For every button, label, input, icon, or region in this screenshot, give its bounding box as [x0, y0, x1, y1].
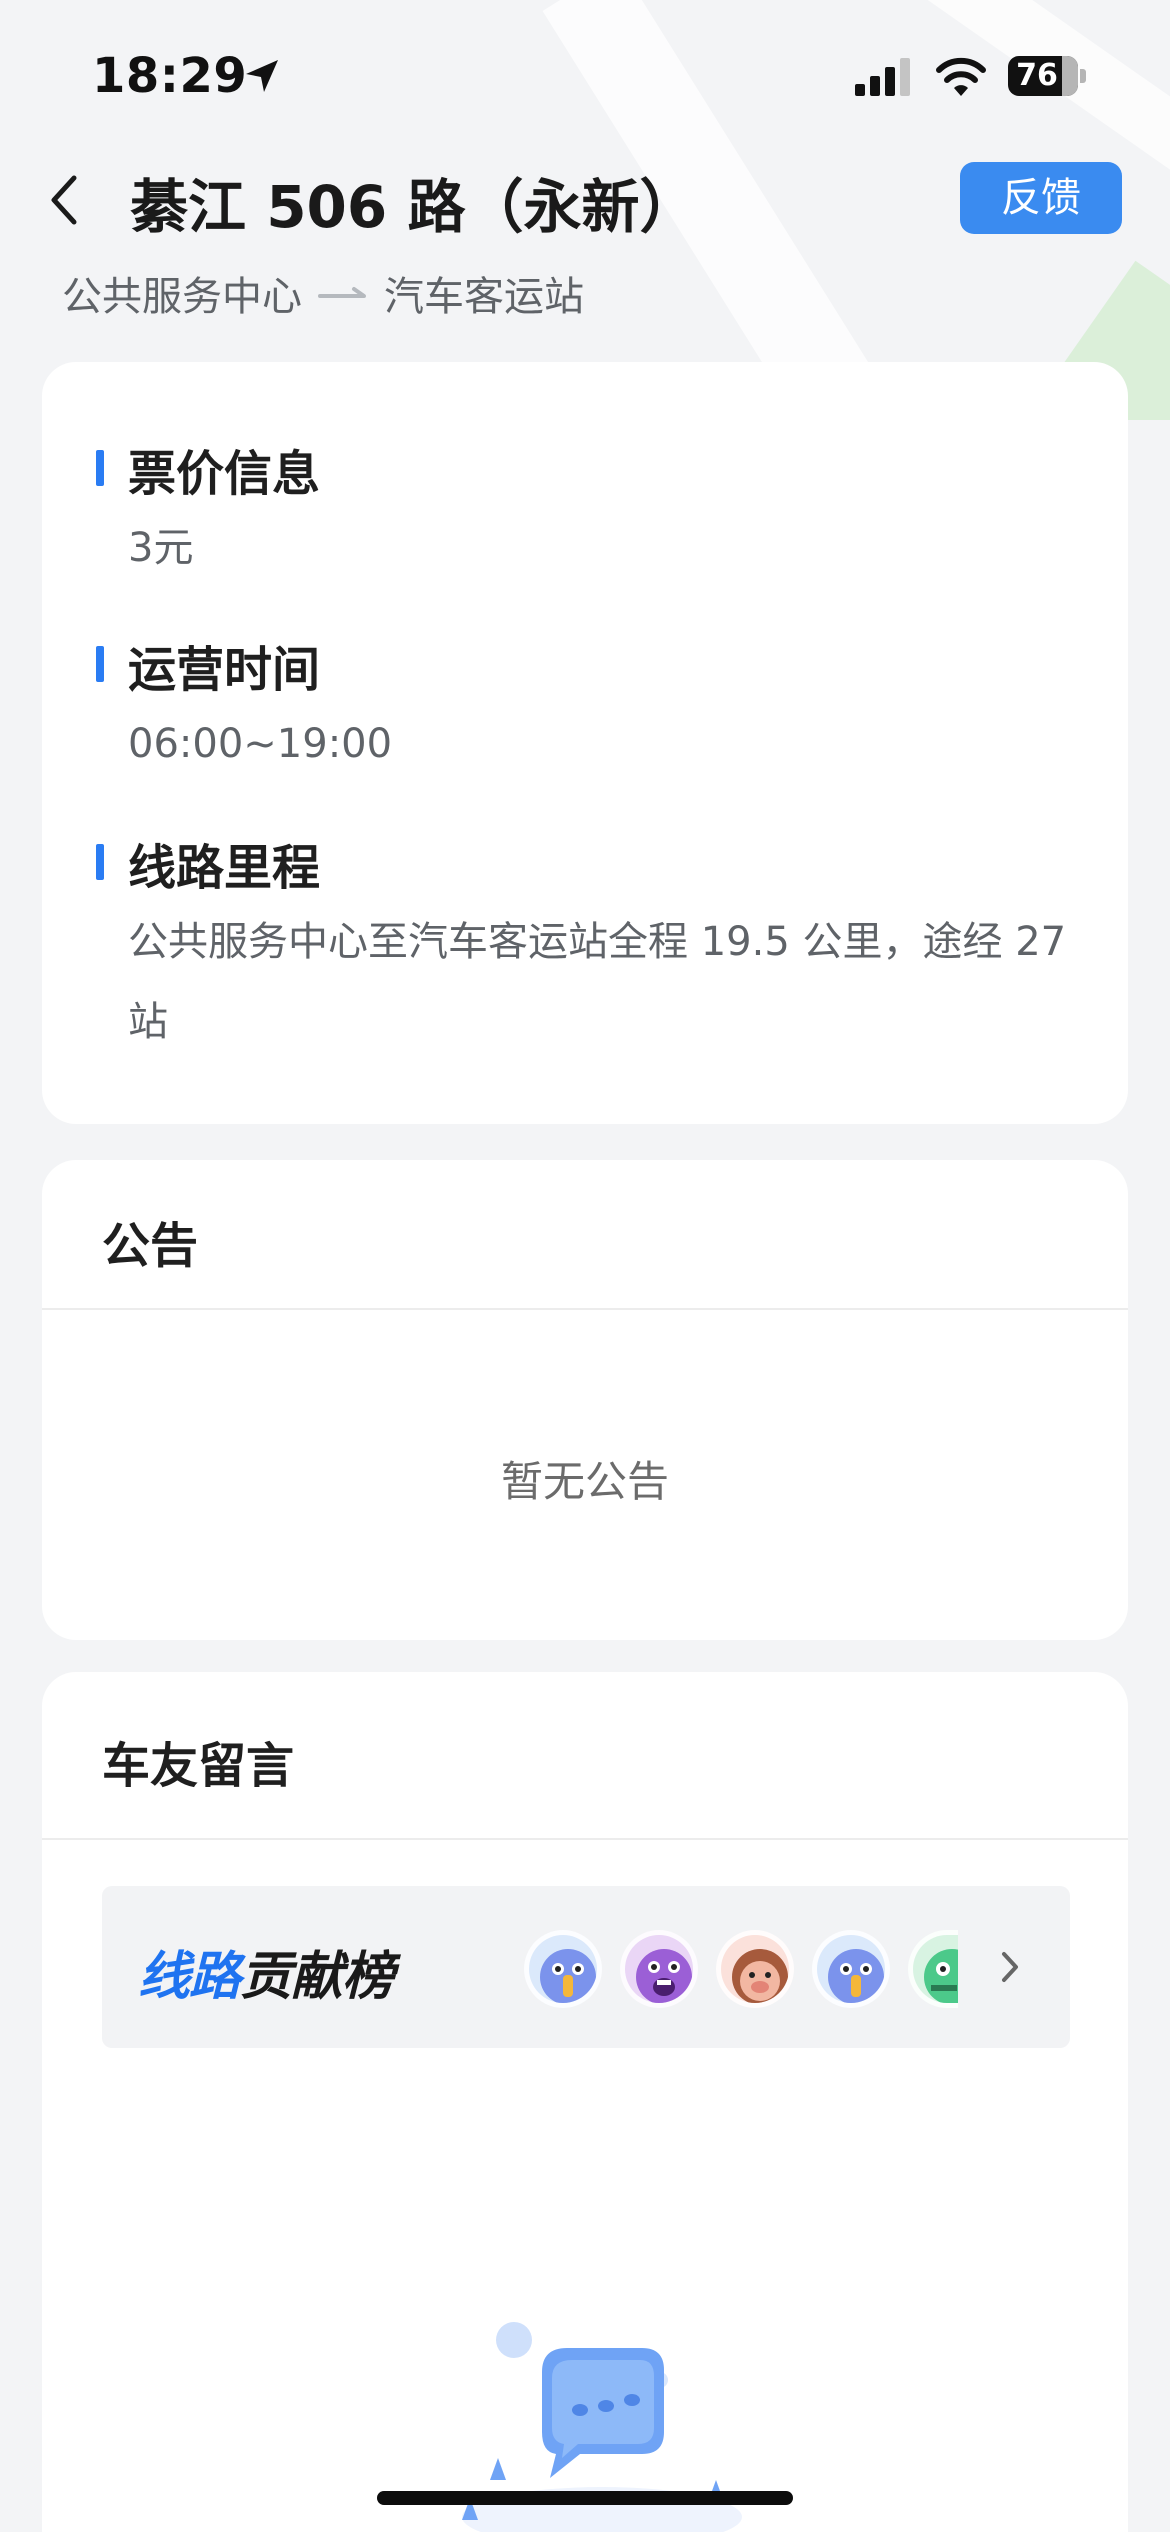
avatar — [620, 1930, 698, 2008]
destination-station: 汽车客运站 — [384, 274, 584, 320]
status-bar: 18:29 76 — [0, 0, 1170, 150]
mileage-heading: 线路里程 — [128, 840, 321, 896]
route-direction: 公共服务中心 汽车客运站 — [62, 264, 584, 322]
comments-card: 车友留言 线路贡献榜 — [42, 1672, 1128, 2532]
home-indicator — [377, 2491, 793, 2505]
route-detail-page: 18:29 76 綦江 506 路（永新） 反馈 公共服务中心 汽车客运站 票价… — [0, 0, 1170, 2532]
chevron-right-icon[interactable] — [992, 1940, 1028, 1994]
back-arrow-icon[interactable] — [42, 168, 92, 232]
contribution-leaderboard-banner[interactable]: 线路贡献榜 — [102, 1886, 1070, 2048]
wifi-icon — [936, 57, 986, 96]
battery-indicator: 76 — [1008, 56, 1086, 96]
fare-value: 3元 — [128, 525, 194, 571]
mileage-value: 公共服务中心至汽车客运站全程 19.5 公里，途经 27站 — [128, 919, 1067, 1045]
leaderboard-title-part2: 贡献榜 — [240, 1947, 394, 2007]
direction-arrow-icon — [318, 287, 366, 298]
avatar — [716, 1930, 794, 2008]
feedback-button[interactable]: 反馈 — [960, 162, 1122, 234]
route-info-card: 票价信息 3元 运营时间 06:00~19:00 线路里程 公共服务中心至汽车客… — [42, 362, 1128, 1124]
origin-station: 公共服务中心 — [62, 274, 302, 320]
route-title: 綦江 506 路（永新） — [130, 173, 698, 241]
avatar — [812, 1930, 890, 2008]
avatar — [908, 1930, 958, 2008]
notice-empty-text: 暂无公告 — [500, 1457, 669, 1506]
battery-level: 76 — [1016, 58, 1058, 93]
notice-card: 公告 暂无公告 — [42, 1160, 1128, 1640]
status-time: 18:29 — [92, 48, 248, 104]
hours-value: 06:00~19:00 — [128, 721, 393, 767]
comments-divider — [42, 1838, 1128, 1840]
leaderboard-title-part1: 线路 — [138, 1947, 241, 2007]
cellular-signal-icon — [855, 58, 910, 96]
location-arrow-icon — [246, 60, 278, 92]
hours-heading: 运营时间 — [128, 642, 321, 698]
leaderboard-title: 线路贡献榜 — [138, 1934, 394, 2009]
comments-heading: 车友留言 — [102, 1738, 295, 1794]
fare-heading: 票价信息 — [128, 446, 321, 502]
avatar — [524, 1930, 602, 2008]
notice-heading: 公告 — [102, 1218, 199, 1274]
notice-divider — [42, 1308, 1128, 1310]
